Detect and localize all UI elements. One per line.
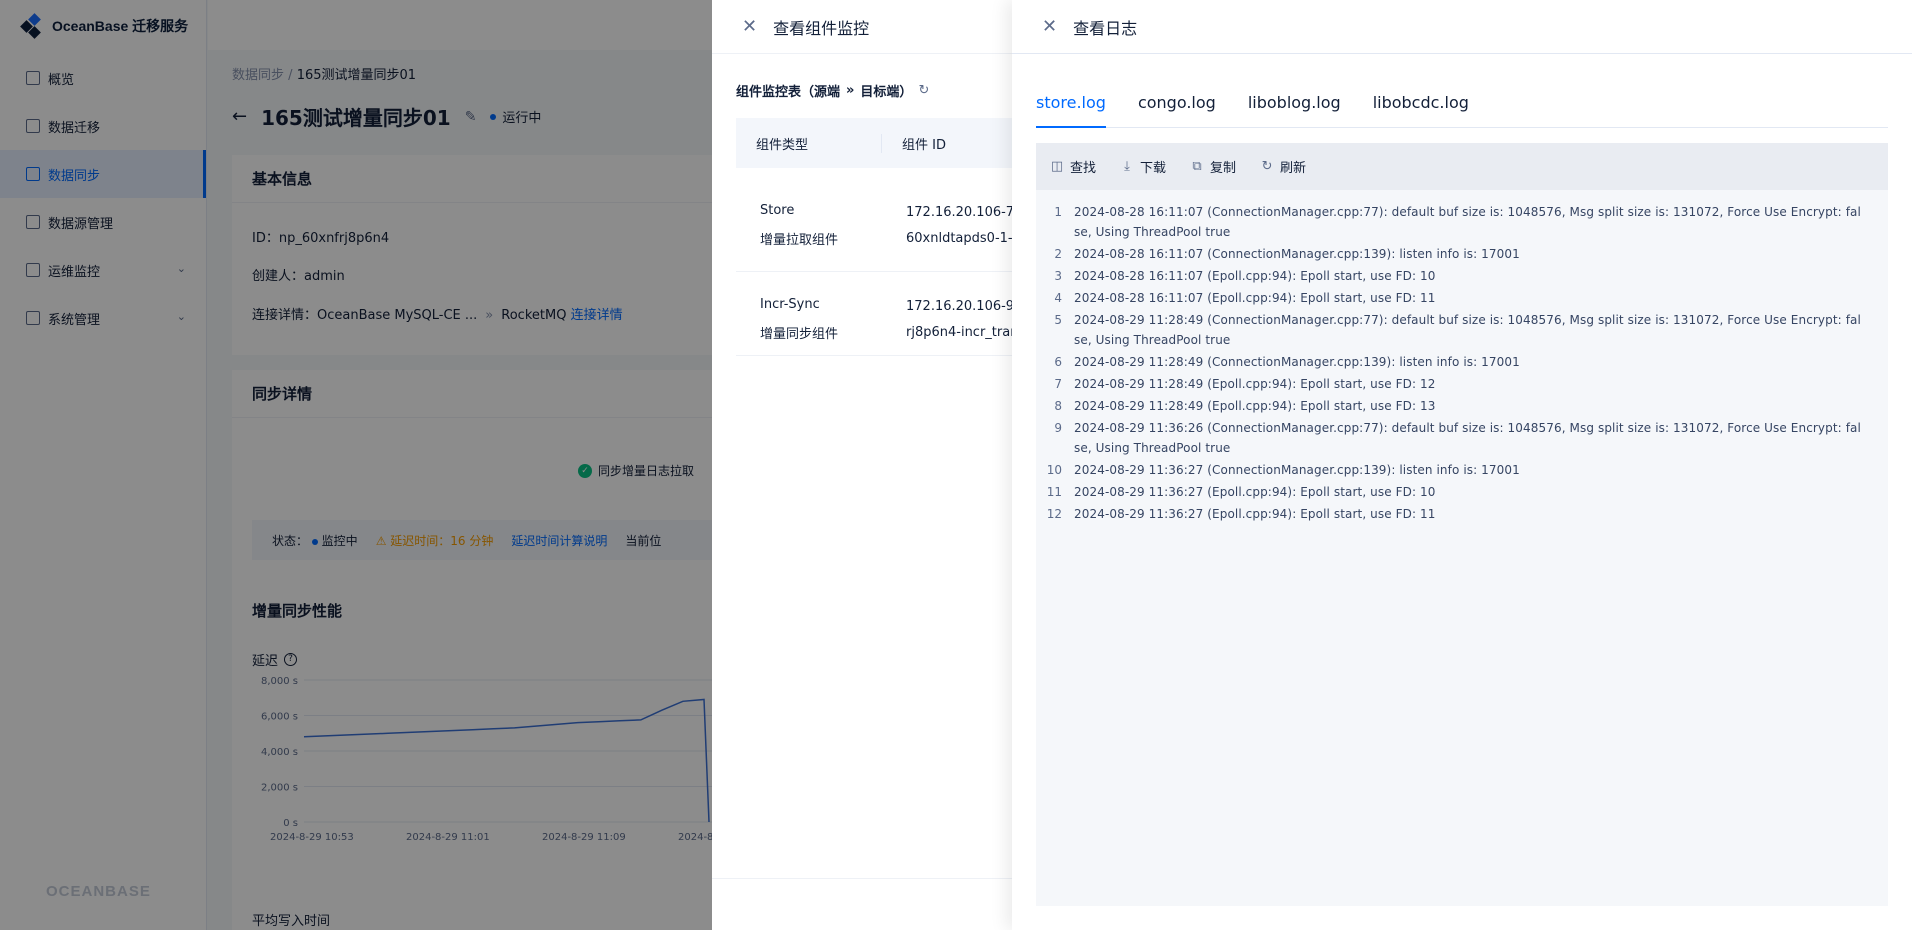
component-id-cell: 172.16.20.106-90 rj8p6n4-incr_tran <box>882 272 1022 355</box>
log-text: 2024-08-29 11:28:49 (Epoll.cpp:94): Epol… <box>1074 377 1436 391</box>
log-text: 2024-08-29 11:28:49 (ConnectionManager.c… <box>1074 313 1861 347</box>
tab-libobcdc-log[interactable]: libobcdc.log <box>1373 90 1469 128</box>
find-button[interactable]: ◫ 查找 <box>1050 157 1096 176</box>
component-id: 172.16.20.106-71 <box>906 205 1023 220</box>
tab-liboblog-log[interactable]: liboblog.log <box>1248 90 1341 128</box>
drawer-header: ✕ 查看日志 <box>1012 0 1912 54</box>
line-number: 1 <box>1054 205 1062 219</box>
refresh-label: 刷新 <box>1280 161 1307 176</box>
log-tabs: store.log congo.log liboblog.log libobcd… <box>1036 90 1888 128</box>
component-desc: 增量拉取组件 <box>760 233 839 248</box>
log-line: 11 2024-08-29 11:36:27 (Epoll.cpp:94): Ep… <box>1036 482 1888 502</box>
log-line: 3 2024-08-28 16:11:07 (Epoll.cpp:94): Epo… <box>1036 266 1888 286</box>
drawer-title: 查看组件监控 <box>773 18 870 38</box>
log-text: 2024-08-28 16:11:07 (ConnectionManager.c… <box>1074 247 1520 261</box>
component-id-cell: 172.16.20.106-71 60xnldtapds0-1-0 <box>882 168 1022 271</box>
refresh-icon: ↻ <box>1261 159 1273 174</box>
tab-congo-log[interactable]: congo.log <box>1138 90 1216 128</box>
log-line: 1 2024-08-28 16:11:07 (ConnectionManager.… <box>1036 202 1888 242</box>
log-text: 2024-08-28 16:11:07 (Epoll.cpp:94): Epol… <box>1074 269 1436 283</box>
log-line: 5 2024-08-29 11:28:49 (ConnectionManager.… <box>1036 310 1888 350</box>
double-arrow-icon: » <box>846 83 855 98</box>
refresh-icon[interactable]: ↻ <box>918 83 929 98</box>
line-number: 12 <box>1046 507 1062 521</box>
copy-label: 复制 <box>1210 161 1237 176</box>
line-number: 9 <box>1054 421 1062 435</box>
component-type-cell: Incr-Sync 增量同步组件 <box>736 272 882 355</box>
line-number: 5 <box>1054 313 1062 327</box>
line-number: 6 <box>1054 355 1062 369</box>
find-label: 查找 <box>1070 161 1097 176</box>
log-toolbar: ◫ 查找 ⤓ 下载 ⧉ 复制 ↻ 刷新 <box>1036 143 1888 190</box>
log-content: 1 2024-08-28 16:11:07 (ConnectionManager.… <box>1036 190 1888 524</box>
log-text: 2024-08-29 11:28:49 (ConnectionManager.c… <box>1074 355 1520 369</box>
line-number: 4 <box>1054 291 1062 305</box>
monitor-subtitle: 组件监控表（源端 » 目标端） ↻ <box>736 81 929 100</box>
copy-icon: ⧉ <box>1192 159 1202 174</box>
log-text: 2024-08-28 16:11:07 (Epoll.cpp:94): Epol… <box>1074 291 1436 305</box>
line-number: 7 <box>1054 377 1062 391</box>
log-text: 2024-08-29 11:36:27 (Epoll.cpp:94): Epol… <box>1074 507 1436 521</box>
subtitle-source: 组件监控表（源端 <box>736 85 841 100</box>
close-icon[interactable]: ✕ <box>742 16 757 37</box>
line-number: 2 <box>1054 247 1062 261</box>
column-header: 组件类型 <box>736 133 882 153</box>
component-type-cell: Store 增量拉取组件 <box>736 168 882 271</box>
download-label: 下载 <box>1140 161 1167 176</box>
log-line: 12 2024-08-29 11:36:27 (Epoll.cpp:94): Ep… <box>1036 504 1888 524</box>
log-line: 7 2024-08-29 11:28:49 (Epoll.cpp:94): Epo… <box>1036 374 1888 394</box>
copy-button[interactable]: ⧉ 复制 <box>1190 157 1236 176</box>
refresh-button[interactable]: ↻ 刷新 <box>1260 157 1306 176</box>
download-icon: ⤓ <box>1124 159 1130 174</box>
log-text: 2024-08-29 11:28:49 (Epoll.cpp:94): Epol… <box>1074 399 1436 413</box>
line-number: 11 <box>1046 485 1062 499</box>
log-text: 2024-08-28 16:11:07 (ConnectionManager.c… <box>1074 205 1861 239</box>
log-text: 2024-08-29 11:36:27 (ConnectionManager.c… <box>1074 463 1520 477</box>
line-number: 3 <box>1054 269 1062 283</box>
drawer-title: 查看日志 <box>1073 18 1138 38</box>
component-id: 60xnldtapds0-1-0 <box>906 231 1021 246</box>
tab-store-log[interactable]: store.log <box>1036 90 1106 128</box>
component-desc: 增量同步组件 <box>760 327 839 342</box>
log-line: 10 2024-08-29 11:36:27 (ConnectionManager… <box>1036 460 1888 480</box>
log-line: 6 2024-08-29 11:28:49 (ConnectionManager.… <box>1036 352 1888 372</box>
log-line: 9 2024-08-29 11:36:26 (ConnectionManager.… <box>1036 418 1888 458</box>
log-viewer: ◫ 查找 ⤓ 下载 ⧉ 复制 ↻ 刷新 1 2024-08-28 16:11:07… <box>1036 143 1888 906</box>
component-type: Incr-Sync <box>760 297 820 312</box>
subtitle-target: 目标端） <box>860 85 913 100</box>
column-header: 组件 ID <box>902 137 946 153</box>
log-line: 8 2024-08-29 11:28:49 (Epoll.cpp:94): Epo… <box>1036 396 1888 416</box>
component-id: rj8p6n4-incr_tran <box>906 325 1019 340</box>
component-id: 172.16.20.106-90 <box>906 299 1023 314</box>
line-number: 10 <box>1046 463 1062 477</box>
log-line: 4 2024-08-28 16:11:07 (Epoll.cpp:94): Epo… <box>1036 288 1888 308</box>
log-text: 2024-08-29 11:36:27 (Epoll.cpp:94): Epol… <box>1074 485 1436 499</box>
component-type: Store <box>760 203 795 218</box>
line-number: 8 <box>1054 399 1062 413</box>
download-button[interactable]: ⤓ 下载 <box>1120 157 1166 176</box>
close-icon[interactable]: ✕ <box>1042 16 1057 37</box>
log-text: 2024-08-29 11:36:26 (ConnectionManager.c… <box>1074 421 1861 455</box>
search-icon: ◫ <box>1050 159 1064 174</box>
log-drawer: ✕ 查看日志 store.log congo.log liboblog.log … <box>1012 0 1912 930</box>
log-line: 2 2024-08-28 16:11:07 (ConnectionManager.… <box>1036 244 1888 264</box>
